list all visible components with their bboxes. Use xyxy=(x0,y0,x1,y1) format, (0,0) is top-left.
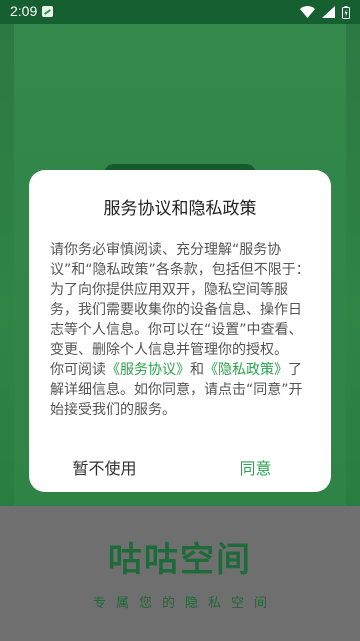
wifi-icon xyxy=(300,6,315,18)
brand-slogan: 专属您的隐私空间 xyxy=(92,596,277,611)
dialog-body: 请你务必审慎阅读、充分理解“服务协议”和“隐私政策”各条款，包括但不限于：为了向… xyxy=(50,240,312,420)
dialog-title: 服务协议和隐私政策 xyxy=(103,199,257,219)
signal-icon xyxy=(322,6,335,18)
privacy-policy-link[interactable]: 《隐私政策》 xyxy=(204,362,288,378)
service-agreement-link[interactable]: 《服务协议》 xyxy=(106,362,190,378)
status-bar: 2:09 xyxy=(0,0,360,24)
accept-button[interactable]: 同意 xyxy=(180,446,331,492)
brand-title: 咕咕空间 xyxy=(108,540,252,580)
screen: 2:09 咕咕空间 专属您的隐私空间 服务协议和隐私政策 请你务必审慎阅读、充分… xyxy=(0,0,360,641)
privacy-dialog: 服务协议和隐私政策 请你务必审慎阅读、充分理解“服务协议”和“隐私政策”各条款，… xyxy=(29,170,331,492)
dialog-p2-and: 和 xyxy=(190,362,204,378)
dialog-p2-prefix: 你可阅读 xyxy=(50,362,106,378)
app-notification-icon xyxy=(42,6,53,17)
dialog-paragraph-1: 请你务必审慎阅读、充分理解“服务协议”和“隐私政策”各条款，包括但不限于：为了向… xyxy=(50,242,310,358)
status-time: 2:09 xyxy=(10,3,38,19)
battery-icon xyxy=(342,5,350,19)
status-icons xyxy=(300,4,350,20)
dialog-paragraph-2: 你可阅读《服务协议》和《隐私政策》了解详细信息。如你同意，请点击“同意”开始接受… xyxy=(50,360,312,420)
decline-button[interactable]: 暂不使用 xyxy=(29,446,180,492)
dialog-actions: 暂不使用 同意 xyxy=(29,446,331,492)
